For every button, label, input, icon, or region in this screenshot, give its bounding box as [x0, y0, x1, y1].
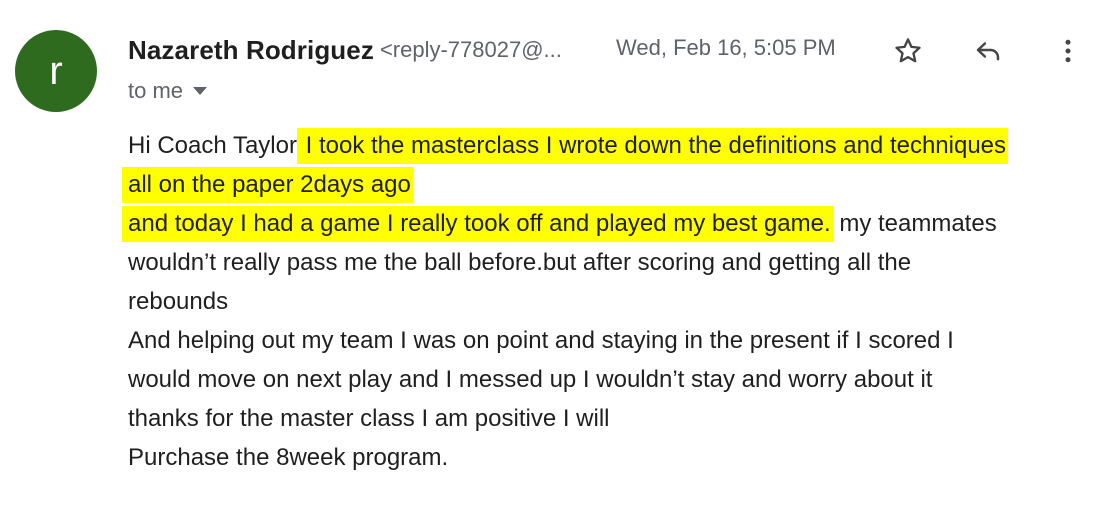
highlighted-text: I took the masterclass I wrote down the … — [296, 128, 1009, 164]
body-line: Purchase the 8week program. — [128, 444, 449, 471]
body-line: all on the paper 2days ago — [122, 165, 1098, 204]
highlighted-text: and today I had a game I really took off… — [122, 206, 833, 242]
body-line: rebounds — [128, 288, 229, 315]
more-options-button[interactable] — [1048, 34, 1088, 68]
body-line: and today I had a game I really took off… — [122, 204, 1098, 243]
email-message: r Nazareth Rodriguez <reply-778027@... W… — [0, 0, 1110, 512]
sender-line: Nazareth Rodriguez <reply-778027@... — [128, 32, 562, 68]
recipient-dropdown[interactable]: to me — [128, 76, 208, 106]
body-line: thanks for the master class I am positiv… — [128, 405, 610, 432]
sender-name[interactable]: Nazareth Rodriguez — [128, 35, 374, 66]
chevron-down-icon — [193, 87, 208, 95]
recipient-label: to me — [128, 78, 184, 103]
body-line: would move on next play and I messed up … — [128, 366, 933, 393]
more-vertical-icon — [1065, 39, 1071, 63]
timestamp: Wed, Feb 16, 5:05 PM — [616, 35, 836, 60]
avatar-initial: r — [49, 48, 63, 93]
reply-button[interactable] — [968, 34, 1008, 68]
body-line: wouldn’t really pass me the ball before.… — [128, 249, 912, 276]
highlighted-text: all on the paper 2days ago — [122, 167, 413, 203]
body-text: my teammates — [832, 210, 997, 237]
message-actions — [888, 34, 1088, 68]
sender-email[interactable]: <reply-778027@... — [380, 37, 562, 63]
star-icon — [895, 38, 921, 63]
reply-icon — [976, 42, 1000, 61]
body-text: Hi Coach Taylor — [128, 132, 297, 159]
star-button[interactable] — [888, 34, 928, 68]
avatar[interactable]: r — [15, 30, 97, 112]
body-line: And helping out my team I was on point a… — [128, 327, 954, 354]
body-line: Hi Coach Taylor I took the masterclass I… — [128, 126, 1098, 165]
message-body: Hi Coach Taylor I took the masterclass I… — [122, 126, 1098, 477]
